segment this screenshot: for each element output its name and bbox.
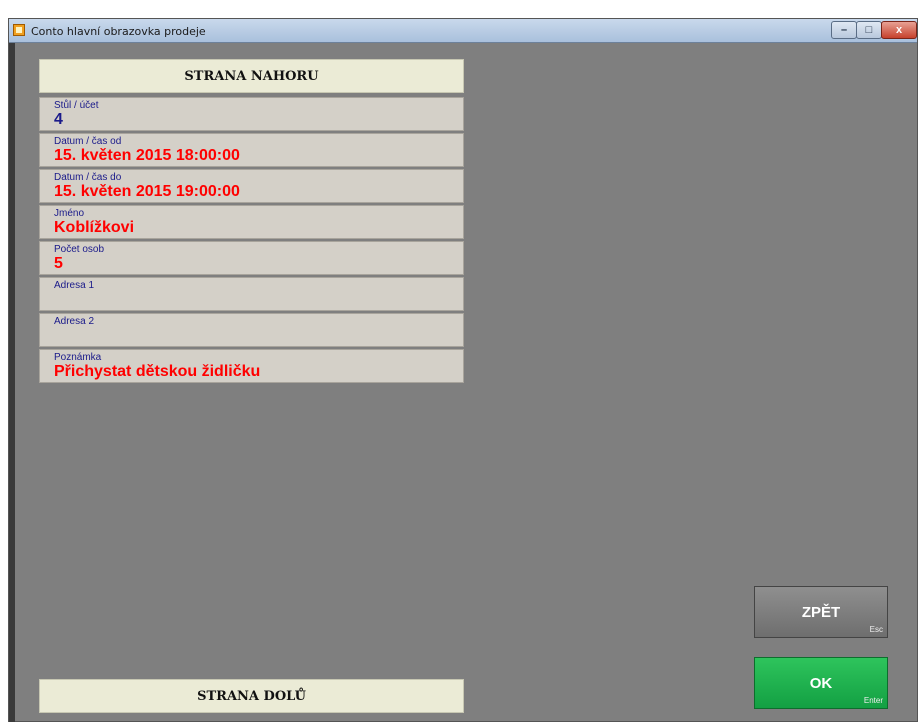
field-value: 4 <box>54 111 63 128</box>
window-title: Conto hlavní obrazovka prodeje <box>31 25 206 38</box>
window-left-border <box>9 43 15 722</box>
field-address-1[interactable]: Adresa 1 <box>39 277 464 311</box>
minimize-button[interactable]: – <box>831 21 857 39</box>
field-value: Přichystat dětskou židličku <box>54 363 261 380</box>
close-button[interactable]: x <box>881 21 917 39</box>
ok-button[interactable]: OK Enter <box>754 657 888 709</box>
main-window: Conto hlavní obrazovka prodeje – □ x STR… <box>8 18 918 722</box>
back-hotkey: Esc <box>869 625 883 634</box>
back-button[interactable]: ZPĚT Esc <box>754 586 888 638</box>
page-down-button[interactable]: STRANA DOLŮ <box>39 679 464 713</box>
ok-button-label: OK <box>809 674 833 692</box>
field-value: 15. květen 2015 19:00:00 <box>54 183 240 200</box>
field-label: Datum / čas do <box>54 172 122 183</box>
page-up-button[interactable]: STRANA NAHORU <box>39 59 464 93</box>
field-note[interactable]: Poznámka Přichystat dětskou židličku <box>39 349 464 383</box>
back-button-label: ZPĚT <box>801 603 841 621</box>
field-datetime-to[interactable]: Datum / čas do 15. květen 2015 19:00:00 <box>39 169 464 203</box>
app-icon <box>13 24 25 36</box>
field-datetime-from[interactable]: Datum / čas od 15. květen 2015 18:00:00 <box>39 133 464 167</box>
field-table-account[interactable]: Stůl / účet 4 <box>39 97 464 131</box>
field-label: Stůl / účet <box>54 100 99 111</box>
maximize-button[interactable]: □ <box>856 21 882 39</box>
field-person-count[interactable]: Počet osob 5 <box>39 241 464 275</box>
field-label: Počet osob <box>54 244 105 255</box>
field-label: Adresa 2 <box>54 316 95 327</box>
field-label: Jméno <box>54 208 85 219</box>
field-address-2[interactable]: Adresa 2 <box>39 313 464 347</box>
field-value: 5 <box>54 255 63 272</box>
field-name[interactable]: Jméno Koblížkovi <box>39 205 464 239</box>
field-label: Adresa 1 <box>54 280 95 291</box>
field-label: Datum / čas od <box>54 136 122 147</box>
reservation-fields: Stůl / účet 4 Datum / čas od 15. květen … <box>39 97 464 385</box>
field-value: 15. květen 2015 18:00:00 <box>54 147 240 164</box>
field-label: Poznámka <box>54 352 102 363</box>
field-value: Koblížkovi <box>54 219 135 236</box>
ok-hotkey: Enter <box>863 696 883 705</box>
title-bar[interactable]: Conto hlavní obrazovka prodeje – □ x <box>9 19 917 43</box>
